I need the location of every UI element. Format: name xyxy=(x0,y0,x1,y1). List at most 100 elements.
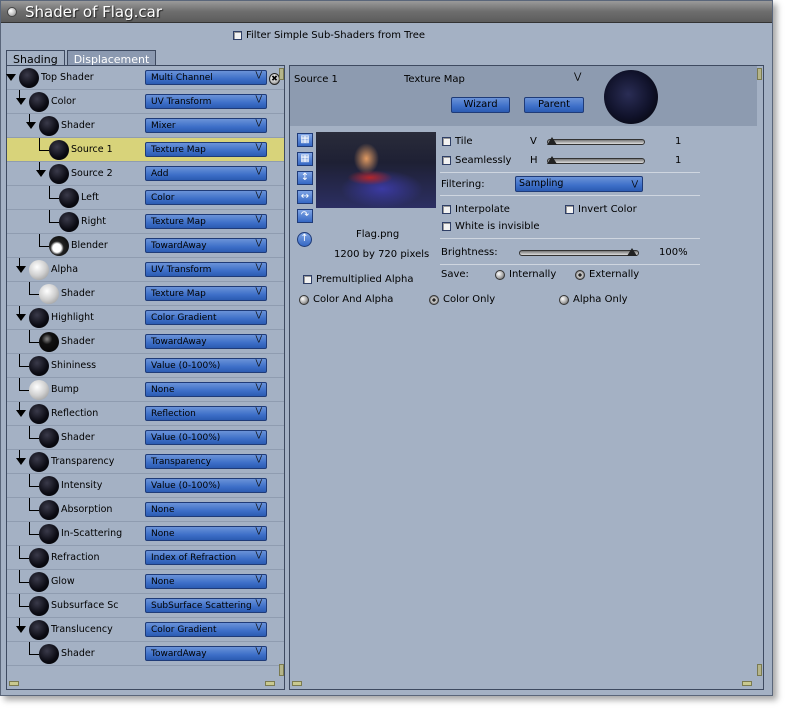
premultiplied-alpha-checkbox[interactable] xyxy=(303,275,312,284)
expand-arrow-icon[interactable] xyxy=(16,98,26,105)
shader-type-select[interactable]: Mixer ⋁ xyxy=(145,118,267,133)
tree-row-alpha[interactable]: Alpha UV Transform ⋁ xyxy=(7,258,284,282)
tree-row-blender[interactable]: Blender TowardAway ⋁ xyxy=(7,234,284,258)
tree-row-shader[interactable]: Shader TowardAway ⋁ xyxy=(7,330,284,354)
shader-type-select[interactable]: Multi Channel ⋁ xyxy=(145,70,267,85)
white-invisible-checkbox[interactable] xyxy=(442,222,451,231)
tree-row-reflection[interactable]: Reflection Reflection ⋁ xyxy=(7,402,284,426)
tree-row-refraction[interactable]: Refraction Index of Refraction ⋁ xyxy=(7,546,284,570)
interpolate-checkbox[interactable] xyxy=(442,205,451,214)
tree-row-transparency[interactable]: Transparency Transparency ⋁ xyxy=(7,450,284,474)
tree-row-highlight[interactable]: Highlight Color Gradient ⋁ xyxy=(7,306,284,330)
shader-type-select[interactable]: None ⋁ xyxy=(145,502,267,517)
invert-color-option[interactable]: Invert Color xyxy=(565,204,637,215)
shader-type-select[interactable]: Value (0-100%) ⋁ xyxy=(145,478,267,493)
open-folder-icon[interactable]: ▦ xyxy=(297,133,313,147)
white-invisible-option[interactable]: White is invisible xyxy=(442,221,540,232)
close-icon[interactable] xyxy=(7,7,17,17)
tree-row-shader[interactable]: Shader TowardAway ⋁ xyxy=(7,642,284,666)
tree-row-right[interactable]: Right Texture Map ⋁ xyxy=(7,210,284,234)
tree-row-source-2[interactable]: Source 2 Add ⋁ xyxy=(7,162,284,186)
shader-type-select[interactable]: Index of Refraction ⋁ xyxy=(145,550,267,565)
tree-hscroll-right[interactable] xyxy=(265,681,275,686)
expand-arrow-icon[interactable] xyxy=(6,74,16,81)
shader-type-select[interactable]: Color Gradient ⋁ xyxy=(145,310,267,325)
wizard-button[interactable]: Wizard xyxy=(451,97,510,113)
title-bar[interactable]: Shader of Flag.car xyxy=(1,1,772,23)
tree-row-color[interactable]: Color UV Transform ⋁ xyxy=(7,90,284,114)
color-only-option[interactable]: Color Only xyxy=(429,294,495,305)
internally-radio[interactable] xyxy=(495,269,505,280)
shader-type-select[interactable]: None ⋁ xyxy=(145,574,267,589)
tree-row-in-scattering[interactable]: In-Scattering None ⋁ xyxy=(7,522,284,546)
shader-type-select[interactable]: TowardAway ⋁ xyxy=(145,238,267,253)
chevron-down-icon[interactable]: ⋁ xyxy=(574,72,581,82)
tree-scroll-down[interactable] xyxy=(279,664,284,676)
flip-vertical-icon[interactable]: ↕ xyxy=(297,171,313,185)
save-externally-option[interactable]: Externally xyxy=(575,269,639,280)
rotate-icon[interactable]: ↷ xyxy=(297,209,313,223)
tree-hscroll-left[interactable] xyxy=(9,681,19,686)
alpha-only-option[interactable]: Alpha Only xyxy=(559,294,628,305)
interpolate-option[interactable]: Interpolate xyxy=(442,204,510,215)
shader-type-select[interactable]: UV Transform ⋁ xyxy=(145,94,267,109)
parent-button[interactable]: Parent xyxy=(524,97,584,113)
v-tile-slider[interactable] xyxy=(547,137,645,145)
tab-shading[interactable]: Shading xyxy=(6,50,65,66)
filtering-select[interactable]: Sampling ⋁ xyxy=(515,176,643,192)
shader-type-select[interactable]: Color Gradient ⋁ xyxy=(145,622,267,637)
editor-scroll-down[interactable] xyxy=(757,664,762,676)
shader-type-select[interactable]: Reflection ⋁ xyxy=(145,406,267,421)
shader-type-select[interactable]: TowardAway ⋁ xyxy=(145,646,267,661)
shader-type-select[interactable]: Value (0-100%) ⋁ xyxy=(145,430,267,445)
shader-type-select[interactable]: UV Transform ⋁ xyxy=(145,262,267,277)
tree-row-source-1[interactable]: Source 1 Texture Map ⋁ xyxy=(7,138,284,162)
shader-type-select[interactable]: None ⋁ xyxy=(145,382,267,397)
editor-hscroll-left[interactable] xyxy=(292,681,302,686)
tree-row-shader[interactable]: Shader Texture Map ⋁ xyxy=(7,282,284,306)
shader-type-select[interactable]: Transparency ⋁ xyxy=(145,454,267,469)
color-only-radio[interactable] xyxy=(429,294,439,305)
tree-scroll-up[interactable] xyxy=(279,68,284,80)
texture-thumbnail[interactable] xyxy=(316,132,436,208)
tree-row-subsurface-sc[interactable]: Subsurface Sc SubSurface Scattering ⋁ xyxy=(7,594,284,618)
shader-type-select[interactable]: Texture Map ⋁ xyxy=(145,286,267,301)
tree-row-absorption[interactable]: Absorption None ⋁ xyxy=(7,498,284,522)
flip-horizontal-icon[interactable]: ↔ xyxy=(297,190,313,204)
filter-simple-subshaders[interactable]: Filter Simple Sub-Shaders from Tree xyxy=(233,30,425,41)
h-tile-slider[interactable] xyxy=(547,156,645,164)
premultiplied-alpha-option[interactable]: Premultiplied Alpha xyxy=(303,274,413,285)
expand-arrow-icon[interactable] xyxy=(16,458,26,465)
externally-radio[interactable] xyxy=(575,269,585,280)
shader-type-select[interactable]: Texture Map ⋁ xyxy=(145,214,267,229)
expand-arrow-icon[interactable] xyxy=(16,266,26,273)
seamlessly-option[interactable]: Seamlessly xyxy=(442,155,511,166)
tab-displacement[interactable]: Displacement xyxy=(66,50,157,66)
shader-type-select[interactable]: TowardAway ⋁ xyxy=(145,334,267,349)
tree-row-top-shader[interactable]: Top Shader Multi Channel ⋁ ✖ xyxy=(6,66,284,90)
editor-scroll-up[interactable] xyxy=(757,68,762,80)
tree-row-shader[interactable]: Shader Value (0-100%) ⋁ xyxy=(7,426,284,450)
tree-row-translucency[interactable]: Translucency Color Gradient ⋁ xyxy=(7,618,284,642)
shader-type-select[interactable]: Value (0-100%) ⋁ xyxy=(145,358,267,373)
shader-type-select[interactable]: None ⋁ xyxy=(145,526,267,541)
tree-row-left[interactable]: Left Color ⋁ xyxy=(7,186,284,210)
save-internally-option[interactable]: Internally xyxy=(495,269,556,280)
shader-type-select[interactable]: Texture Map ⋁ xyxy=(145,142,267,157)
brightness-slider[interactable] xyxy=(519,248,639,256)
shader-type-select[interactable]: SubSurface Scattering ⋁ xyxy=(145,598,267,613)
tree-row-intensity[interactable]: Intensity Value (0-100%) ⋁ xyxy=(7,474,284,498)
alpha-only-radio[interactable] xyxy=(559,294,569,305)
filter-checkbox[interactable] xyxy=(233,31,242,40)
tile-option[interactable]: Tile xyxy=(442,136,473,147)
expand-arrow-icon[interactable] xyxy=(36,170,46,177)
expand-arrow-icon[interactable] xyxy=(26,122,36,129)
expand-arrow-icon[interactable] xyxy=(16,410,26,417)
tree-row-shader[interactable]: Shader Mixer ⋁ xyxy=(7,114,284,138)
color-and-alpha-option[interactable]: Color And Alpha xyxy=(299,294,393,305)
shader-type-select[interactable]: Color ⋁ xyxy=(145,190,267,205)
shader-type-select[interactable]: Add ⋁ xyxy=(145,166,267,181)
expand-arrow-icon[interactable] xyxy=(16,314,26,321)
tree-row-glow[interactable]: Glow None ⋁ xyxy=(7,570,284,594)
tile-checkbox[interactable] xyxy=(442,137,451,146)
